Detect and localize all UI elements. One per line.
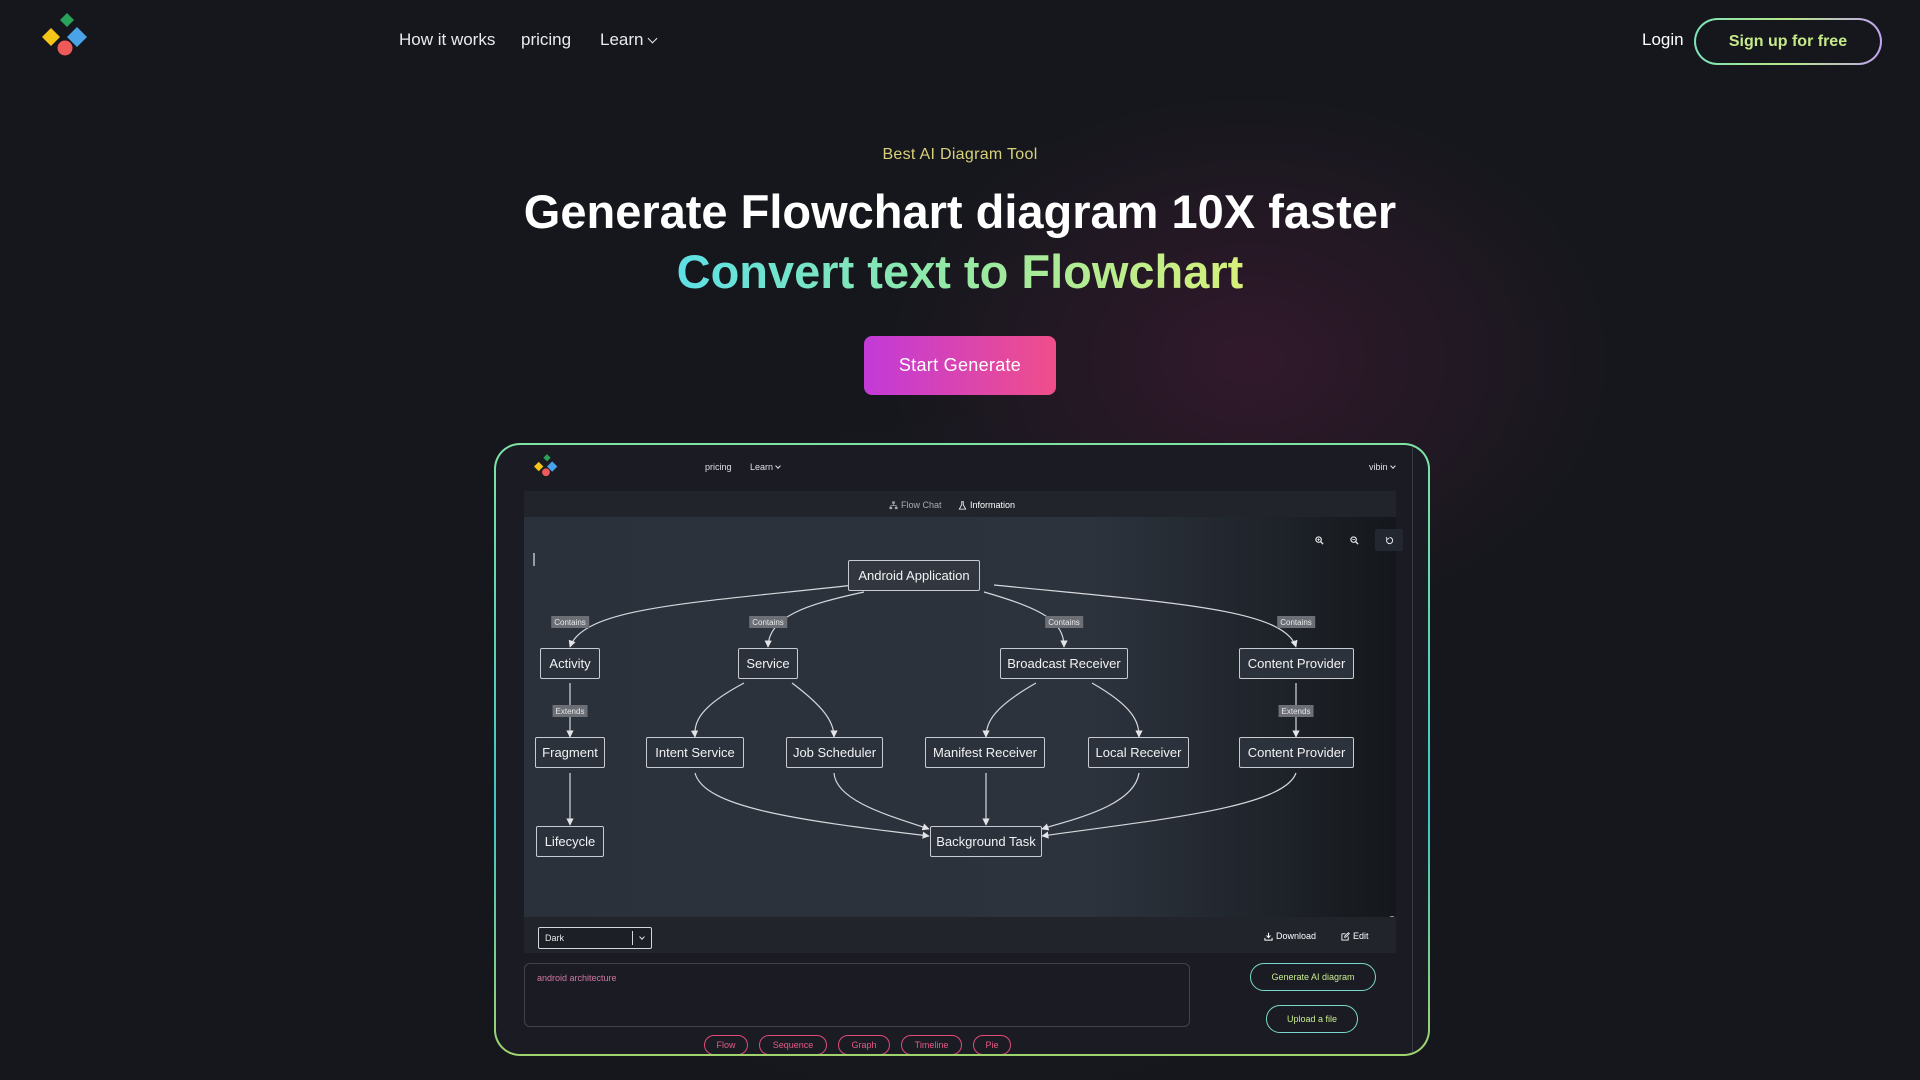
- edge-label-contains: Contains: [749, 616, 787, 628]
- preview-nav-pricing[interactable]: pricing: [705, 462, 732, 472]
- chip-timeline[interactable]: Timeline: [901, 1035, 962, 1054]
- node-local-receiver[interactable]: Local Receiver: [1088, 737, 1189, 768]
- edge-label-contains: Contains: [551, 616, 589, 628]
- hero-headline: Generate Flowchart diagram 10X faster: [523, 185, 1397, 238]
- chevron-down-icon: [775, 463, 781, 469]
- node-background-task[interactable]: Background Task: [930, 826, 1042, 857]
- edge-label-extends: Extends: [1278, 705, 1314, 717]
- edit-label: Edit: [1353, 931, 1369, 941]
- diagram-prompt-input[interactable]: android architecture: [524, 963, 1190, 1027]
- chip-graph[interactable]: Graph: [838, 1035, 890, 1054]
- preview-nav-learn-label: Learn: [750, 462, 774, 472]
- nav-learn-dropdown[interactable]: Learn: [600, 30, 658, 50]
- hero-subheadline: Convert text to Flowchart: [0, 244, 1920, 299]
- chevron-down-icon: [639, 934, 645, 940]
- hero-eyebrow: Best AI Diagram Tool: [882, 146, 1038, 163]
- app-preview: pricing Learn vibin Flow Chat Informatio…: [496, 445, 1428, 1054]
- node-content-provider[interactable]: Content Provider: [1239, 648, 1354, 679]
- preview-scrollbar[interactable]: [1412, 445, 1413, 1054]
- download-label: Download: [1276, 931, 1317, 941]
- node-activity[interactable]: Activity: [540, 648, 600, 679]
- hero-subheadline-text: Convert text to Flowchart: [676, 245, 1244, 298]
- preview-toolbar: Dark Download Edit: [524, 917, 1396, 953]
- diamond-logo-icon[interactable]: [40, 10, 94, 58]
- edge-label-contains: Contains: [1045, 616, 1083, 628]
- edge-content-background: [1041, 772, 1297, 839]
- nav-learn-label: Learn: [600, 30, 644, 49]
- start-generate-button[interactable]: Start Generate: [864, 336, 1056, 395]
- node-job-scheduler[interactable]: Job Scheduler: [786, 737, 883, 768]
- tab-information[interactable]: Information: [958, 500, 1015, 510]
- node-intent-service[interactable]: Intent Service: [646, 737, 744, 768]
- tab-flow-chat-label: Flow Chat: [901, 500, 942, 510]
- top-nav: How it works pricing Learn Login Sign up…: [0, 0, 1920, 84]
- diagram-canvas[interactable]: Contains Contains Contains Contains Exte…: [524, 517, 1403, 917]
- chip-flow[interactable]: Flow: [704, 1035, 748, 1054]
- edge-root-activity: [568, 584, 855, 648]
- chip-pie[interactable]: Pie: [973, 1035, 1011, 1054]
- app-preview-frame: pricing Learn vibin Flow Chat Informatio…: [494, 443, 1430, 1056]
- preview-nav-learn[interactable]: Learn: [750, 462, 781, 472]
- flask-icon: [958, 500, 967, 510]
- node-fragment[interactable]: Fragment: [535, 737, 605, 768]
- theme-select-value: Dark: [545, 933, 565, 943]
- edge-broadcast-manifest: [982, 682, 1037, 738]
- edge-local-background: [1041, 772, 1140, 831]
- signup-button-label: Sign up for free: [1696, 20, 1880, 63]
- tab-flow-chat[interactable]: Flow Chat: [889, 500, 942, 510]
- preview-logo-icon[interactable]: [533, 452, 561, 478]
- node-lifecycle[interactable]: Lifecycle: [536, 826, 604, 857]
- node-content-provider-2[interactable]: Content Provider: [1239, 737, 1354, 768]
- download-button[interactable]: Download: [1264, 931, 1316, 941]
- download-icon: [1264, 932, 1273, 941]
- upload-file-button[interactable]: Upload a file: [1266, 1005, 1358, 1033]
- node-service[interactable]: Service: [738, 648, 798, 679]
- tab-information-label: Information: [970, 500, 1016, 510]
- theme-select[interactable]: Dark: [538, 927, 652, 949]
- edge-label-extends: Extends: [552, 705, 588, 717]
- chevron-down-icon: [1389, 463, 1396, 469]
- preview-tab-bar: Flow Chat Information: [524, 491, 1396, 517]
- edit-button[interactable]: Edit: [1341, 931, 1369, 941]
- preview-user-menu[interactable]: vibin: [1369, 462, 1396, 472]
- edge-intent-background: [694, 772, 930, 839]
- generate-ai-diagram-button[interactable]: Generate AI diagram: [1250, 963, 1376, 991]
- nav-pricing[interactable]: pricing: [521, 30, 571, 50]
- node-android-application[interactable]: Android Application: [848, 560, 980, 591]
- chevron-down-icon: [648, 33, 658, 43]
- node-manifest-receiver[interactable]: Manifest Receiver: [925, 737, 1045, 768]
- theme-select-toggle[interactable]: [633, 934, 651, 940]
- node-broadcast-receiver[interactable]: Broadcast Receiver: [1000, 648, 1128, 679]
- edge-root-content-provider: [993, 584, 1298, 648]
- preview-user-name: vibin: [1369, 462, 1388, 472]
- edge-label-contains: Contains: [1277, 616, 1315, 628]
- edit-icon: [1341, 931, 1350, 941]
- edge-job-background: [833, 772, 930, 831]
- chip-sequence[interactable]: Sequence: [759, 1035, 827, 1054]
- nav-how-it-works[interactable]: How it works: [399, 30, 495, 50]
- edge-service-intent: [690, 682, 745, 738]
- login-link[interactable]: Login: [1642, 30, 1684, 50]
- edge-service-job: [791, 682, 838, 738]
- edge-broadcast-local: [1091, 682, 1143, 738]
- signup-button[interactable]: Sign up for free: [1694, 18, 1882, 65]
- sitemap-icon: [889, 500, 898, 509]
